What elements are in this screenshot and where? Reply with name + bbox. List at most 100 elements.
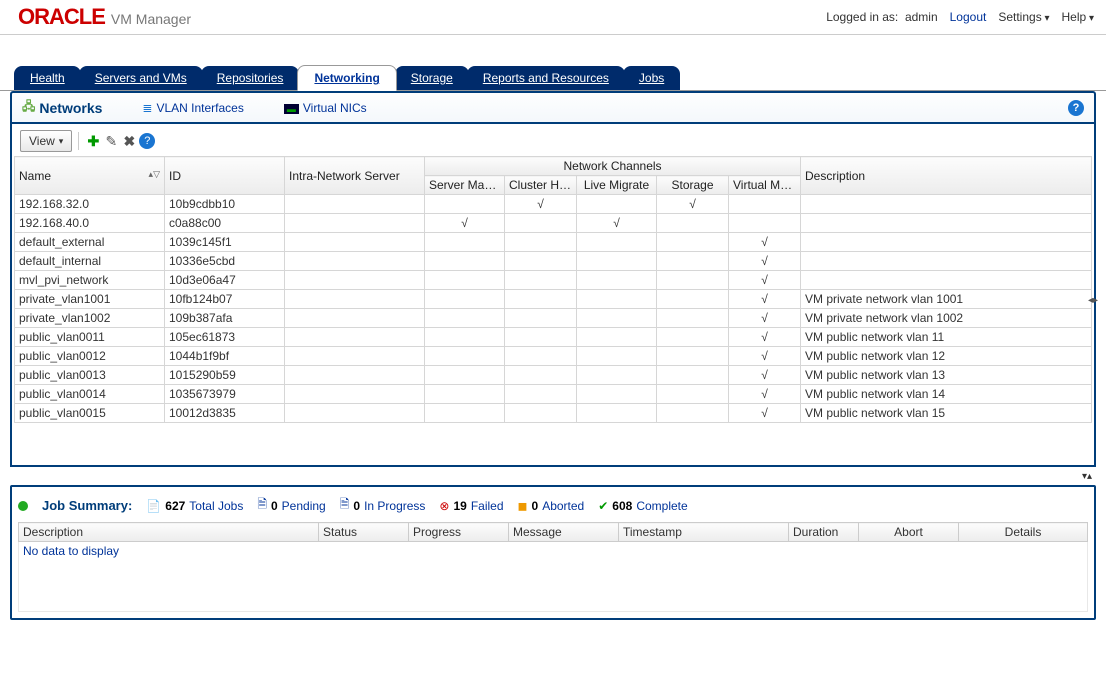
cell-desc: VM public network vlan 12 xyxy=(801,347,1092,366)
table-row[interactable]: 192.168.32.010b9cdbb10√√ xyxy=(15,195,1092,214)
table-row[interactable]: 192.168.40.0c0a88c00√√ xyxy=(15,214,1092,233)
logout-link[interactable]: Logout xyxy=(950,10,987,24)
cell-lm xyxy=(577,328,657,347)
cell-name: public_vlan0015 xyxy=(15,404,165,423)
tab-servers-and-vms[interactable]: Servers and VMs xyxy=(79,66,203,90)
cell-ch: √ xyxy=(505,195,577,214)
cell-id: 10012d3835 xyxy=(165,404,285,423)
cell-lm xyxy=(577,290,657,309)
stat-inprogress[interactable]: 🗎0In Progress xyxy=(340,495,426,516)
cell-sm: √ xyxy=(425,214,505,233)
brand-logo: ORACLE xyxy=(18,4,105,30)
cell-ch xyxy=(505,290,577,309)
cell-name: 192.168.32.0 xyxy=(15,195,165,214)
add-icon[interactable]: ✚ xyxy=(85,133,101,149)
jobcol-message[interactable]: Message xyxy=(509,523,619,542)
table-row[interactable]: mvl_pvi_network10d3e06a47√ xyxy=(15,271,1092,290)
cell-intra xyxy=(285,309,425,328)
tab-repositories[interactable]: Repositories xyxy=(201,66,300,90)
cell-st xyxy=(657,385,729,404)
cell-st xyxy=(657,214,729,233)
col-description[interactable]: Description xyxy=(801,157,1092,195)
jobcol-timestamp[interactable]: Timestamp xyxy=(619,523,789,542)
tab-health[interactable]: Health xyxy=(14,66,81,90)
jobcol-description[interactable]: Description xyxy=(19,523,319,542)
table-row[interactable]: public_vlan0011105ec61873√VM public netw… xyxy=(15,328,1092,347)
cell-lm xyxy=(577,252,657,271)
subnav-vnic[interactable]: Virtual NICs xyxy=(284,101,367,115)
cell-id: 10336e5cbd xyxy=(165,252,285,271)
stat-failed[interactable]: ⊗19Failed xyxy=(439,499,503,513)
stat-pending[interactable]: 🗎0Pending xyxy=(257,495,325,516)
col-storage[interactable]: Storage xyxy=(657,176,729,195)
cell-desc xyxy=(801,233,1092,252)
cell-vm: √ xyxy=(729,309,801,328)
table-row[interactable]: private_vlan100110fb124b07√VM private ne… xyxy=(15,290,1092,309)
panel-resize-handle[interactable]: ◂▸ xyxy=(1088,295,1098,306)
cell-sm xyxy=(425,290,505,309)
subnav-vlan[interactable]: VLAN Interfaces xyxy=(142,101,243,115)
cell-lm xyxy=(577,347,657,366)
table-row[interactable]: public_vlan00141035673979√VM public netw… xyxy=(15,385,1092,404)
cell-name: mvl_pvi_network xyxy=(15,271,165,290)
cell-lm xyxy=(577,404,657,423)
cell-desc: VM private network vlan 1002 xyxy=(801,309,1092,328)
cell-name: default_external xyxy=(15,233,165,252)
stat-complete[interactable]: ✔608Complete xyxy=(598,499,687,513)
jobcol-progress[interactable]: Progress xyxy=(409,523,509,542)
cell-st xyxy=(657,290,729,309)
tab-reports-and-resources[interactable]: Reports and Resources xyxy=(467,66,625,90)
col-vm[interactable]: Virtual Machine xyxy=(729,176,801,195)
cell-sm xyxy=(425,366,505,385)
tab-storage[interactable]: Storage xyxy=(395,66,469,90)
cell-ch xyxy=(505,366,577,385)
table-row[interactable]: default_internal10336e5cbd√ xyxy=(15,252,1092,271)
cell-lm xyxy=(577,366,657,385)
col-cluster-hb[interactable]: Cluster Heartbeat xyxy=(505,176,577,195)
tab-jobs[interactable]: Jobs xyxy=(623,66,680,90)
networks-panel: ◂▸ View▾ ✚ ✎ ✖ ? Name▴▽ ID Intra-Network… xyxy=(10,124,1096,467)
cell-intra xyxy=(285,252,425,271)
toolbar-help-icon[interactable]: ? xyxy=(139,133,155,149)
delete-icon[interactable]: ✖ xyxy=(121,133,137,149)
cell-st xyxy=(657,347,729,366)
col-server-mgmt[interactable]: Server Management xyxy=(425,176,505,195)
networks-table: Name▴▽ ID Intra-Network Server Network C… xyxy=(14,156,1092,423)
stat-total[interactable]: 📄627Total Jobs xyxy=(146,499,243,513)
jobcol-details[interactable]: Details xyxy=(959,523,1088,542)
cell-intra xyxy=(285,290,425,309)
table-row[interactable]: public_vlan00121044b1f9bf√VM public netw… xyxy=(15,347,1092,366)
col-id[interactable]: ID xyxy=(165,157,285,195)
settings-menu[interactable]: Settings xyxy=(998,10,1049,24)
subnav-networks[interactable]: Networks xyxy=(22,97,102,118)
cell-st xyxy=(657,271,729,290)
cell-sm xyxy=(425,404,505,423)
col-group-channels: Network Channels xyxy=(425,157,801,176)
cell-desc xyxy=(801,214,1092,233)
cell-intra xyxy=(285,214,425,233)
cell-vm: √ xyxy=(729,366,801,385)
col-name[interactable]: Name▴▽ xyxy=(15,157,165,195)
table-row[interactable]: public_vlan001510012d3835√VM public netw… xyxy=(15,404,1092,423)
col-intra[interactable]: Intra-Network Server xyxy=(285,157,425,195)
table-row[interactable]: private_vlan1002109b387afa√VM private ne… xyxy=(15,309,1092,328)
user-bar: Logged in as: admin Logout Settings Help xyxy=(826,10,1094,24)
vlan-icon xyxy=(142,101,152,115)
help-menu[interactable]: Help xyxy=(1062,10,1095,24)
sub-nav: Networks VLAN Interfaces Virtual NICs ? xyxy=(10,91,1096,124)
jobcol-status[interactable]: Status xyxy=(319,523,409,542)
cell-id: c0a88c00 xyxy=(165,214,285,233)
table-row[interactable]: default_external1039c145f1√ xyxy=(15,233,1092,252)
jobcol-abort[interactable]: Abort xyxy=(859,523,959,542)
subnav-help-icon[interactable]: ? xyxy=(1068,100,1084,116)
cell-ch xyxy=(505,385,577,404)
stat-aborted[interactable]: ◼0Aborted xyxy=(518,499,585,513)
col-live-migrate[interactable]: Live Migrate xyxy=(577,176,657,195)
view-menu-button[interactable]: View▾ xyxy=(20,130,72,152)
jobcol-duration[interactable]: Duration xyxy=(789,523,859,542)
tab-networking[interactable]: Networking xyxy=(297,65,396,91)
table-row[interactable]: public_vlan00131015290b59√VM public netw… xyxy=(15,366,1092,385)
cell-sm xyxy=(425,328,505,347)
panel-collapse-handle[interactable]: ▾▴ xyxy=(1082,471,1092,482)
edit-icon[interactable]: ✎ xyxy=(103,133,119,149)
